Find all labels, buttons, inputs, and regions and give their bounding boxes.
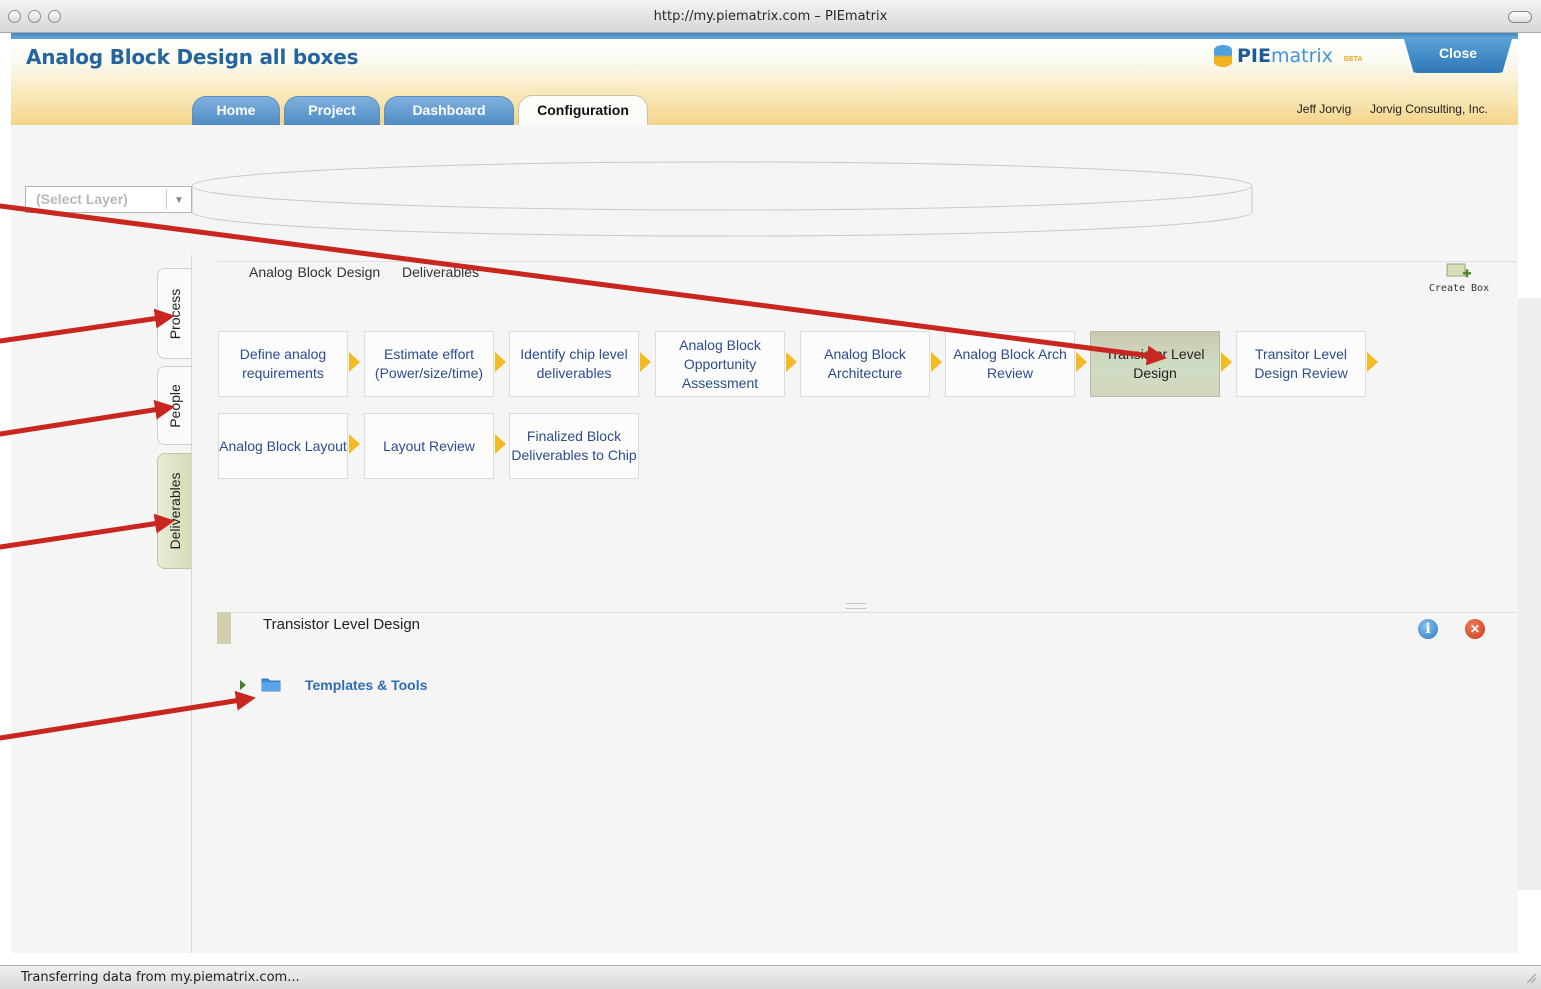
logo-drum-icon [1214, 45, 1232, 67]
process-box-transistor-level-design[interactable]: Transistor Level Design [1090, 331, 1220, 397]
tab-configuration[interactable]: Configuration [518, 95, 648, 125]
close-button[interactable]: Close [1404, 39, 1512, 73]
scrollbar[interactable] [1518, 298, 1541, 890]
side-tab-people-label: People [166, 383, 183, 428]
left-panel-divider [191, 255, 192, 953]
logo-text-bold: PIE [1237, 45, 1271, 67]
process-box-layout-review[interactable]: Layout Review [364, 413, 494, 479]
flow-arrow-icon [495, 352, 506, 372]
process-box-opportunity-assessment[interactable]: Analog Block Opportunity Assessment [655, 331, 785, 397]
side-tab-deliverables[interactable]: Deliverables [157, 453, 191, 569]
layer-ellipse [192, 161, 1253, 237]
folder-icon [261, 678, 281, 692]
page-title: Analog Block Design all boxes [26, 45, 359, 69]
process-box-analog-block-arch-review[interactable]: Analog Block Arch Review [945, 331, 1075, 397]
window-title: http://my.piematrix.com – PIEmatrix [653, 9, 888, 24]
flow-arrow-icon [1221, 352, 1232, 372]
process-box-finalized-block-deliverables[interactable]: Finalized Block Deliverables to Chip [509, 413, 639, 479]
delete-icon[interactable]: ✕ [1465, 619, 1485, 639]
company-name: Jorvig Consulting, Inc. [1369, 102, 1488, 116]
flow-arrow-icon [495, 434, 506, 454]
flow-arrow-icon [349, 434, 360, 454]
flow-arrow-icon [931, 352, 942, 372]
logo-text-light: matrix [1270, 45, 1333, 67]
side-tab-process[interactable]: Process [157, 268, 191, 359]
box-color-swatch [217, 612, 231, 644]
flow-arrow-icon [349, 352, 360, 372]
chevron-down-icon[interactable]: ▼ [166, 189, 191, 210]
create-box-icon [1446, 263, 1471, 278]
breadcrumb-root[interactable]: Analog Block Design [249, 264, 380, 280]
toolbar-toggle-button[interactable] [1508, 11, 1532, 23]
flow-arrow-icon [1367, 352, 1378, 372]
divider [217, 612, 1517, 613]
side-tab-people[interactable]: People [157, 366, 191, 445]
process-box-analog-block-layout[interactable]: Analog Block Layout [218, 413, 348, 479]
side-tab-process-label: Process [166, 288, 183, 339]
layer-select[interactable]: (Select Layer) ▼ [25, 186, 192, 213]
expand-triangle-icon[interactable] [240, 680, 246, 690]
header-accent-line [11, 33, 1518, 39]
breadcrumb: Analog Block Design Deliverables [249, 264, 479, 280]
info-icon[interactable]: i [1418, 619, 1438, 639]
flow-arrow-icon [786, 352, 797, 372]
side-tab-deliverables-label: Deliverables [166, 472, 183, 550]
tab-project[interactable]: Project [284, 96, 380, 125]
folder-templates-tools[interactable]: Templates & Tools [305, 677, 427, 693]
create-box-label: Create Box [1428, 283, 1490, 294]
process-box-estimate-effort[interactable]: Estimate effort (Power/size/time) [364, 331, 494, 397]
content-area [11, 125, 1518, 953]
user-info: Jeff Jorvig Jorvig Consulting, Inc. [1297, 102, 1488, 116]
tab-dashboard[interactable]: Dashboard [384, 96, 514, 125]
flow-arrow-icon [640, 352, 651, 372]
user-name-link[interactable]: Jeff Jorvig [1297, 102, 1351, 116]
detail-title: Transistor Level Design [263, 616, 421, 633]
piematrix-logo: PIEmatrix BETA [1214, 43, 1362, 69]
resize-grip-icon[interactable] [1525, 972, 1537, 984]
process-box-transitor-level-design-review[interactable]: Transitor Level Design Review [1236, 331, 1366, 397]
divider [217, 261, 1517, 262]
process-box-identify-chip-level-deliverables[interactable]: Identify chip level deliverables [509, 331, 639, 397]
create-box-button[interactable]: Create Box [1428, 263, 1490, 294]
layer-select-value: (Select Layer) [36, 191, 128, 207]
status-text: Transferring data from my.piematrix.com.… [21, 970, 300, 985]
process-box-analog-block-architecture[interactable]: Analog Block Architecture [800, 331, 930, 397]
breadcrumb-current: Deliverables [401, 264, 480, 280]
beta-badge: BETA [1343, 55, 1363, 63]
process-box-define-analog-requirements[interactable]: Define analog requirements [218, 331, 348, 397]
flow-arrow-icon [1076, 352, 1087, 372]
tab-home[interactable]: Home [192, 96, 280, 125]
panel-splitter-handle[interactable] [846, 603, 866, 609]
